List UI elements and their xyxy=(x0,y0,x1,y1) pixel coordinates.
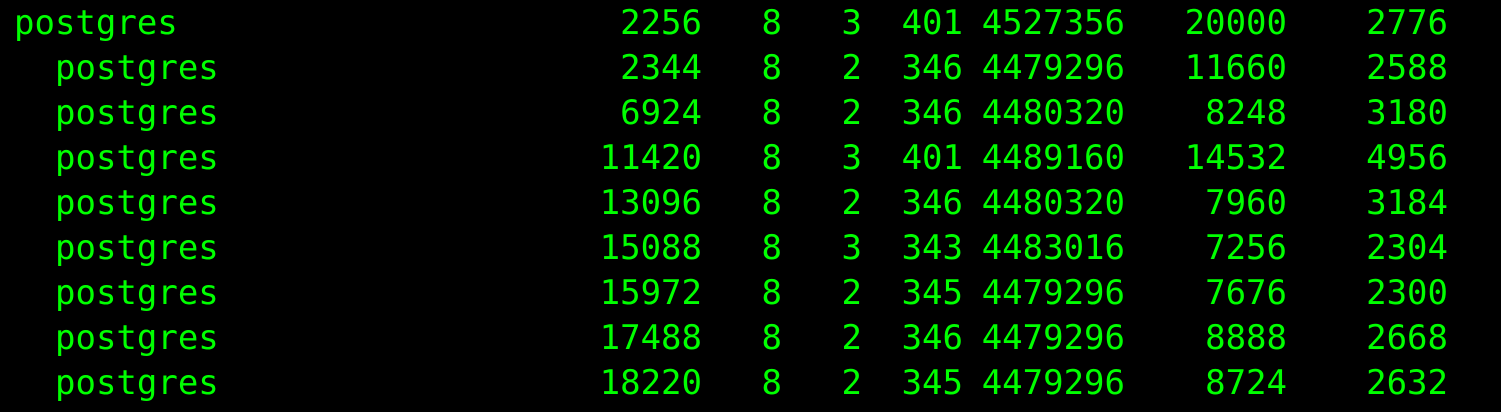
process-row: postgres 2256 8 3 401 4527356 20000 2776 xyxy=(0,1,1501,46)
column-7-value: 3184 xyxy=(1366,183,1448,223)
process-name: postgres xyxy=(55,318,219,358)
process-row: postgres 2344 8 2 346 4479296 11660 2588 xyxy=(0,46,1501,91)
column-6-value: 14532 xyxy=(1184,138,1287,178)
column-6-value: 8888 xyxy=(1205,318,1287,358)
process-name: postgres xyxy=(55,138,219,178)
column-3-value: 2 xyxy=(841,183,862,223)
process-row: postgres 15972 8 2 345 4479296 7676 2300 xyxy=(0,271,1501,316)
process-pid: 15972 xyxy=(599,273,702,313)
process-pid: 2256 xyxy=(620,3,702,43)
process-row: postgres 6924 8 2 346 4480320 8248 3180 xyxy=(0,91,1501,136)
column-4-value: 345 xyxy=(901,273,963,313)
process-pid: 2344 xyxy=(620,48,702,88)
column-4-value: 401 xyxy=(901,3,963,43)
column-4-value: 343 xyxy=(901,228,963,268)
column-2-value: 8 xyxy=(761,138,782,178)
column-4-value: 401 xyxy=(901,138,963,178)
column-5-value: 4479296 xyxy=(981,48,1125,88)
column-5-value: 4480320 xyxy=(981,183,1125,223)
column-7-value: 2300 xyxy=(1366,273,1448,313)
column-2-value: 8 xyxy=(761,228,782,268)
column-4-value: 345 xyxy=(901,363,963,403)
process-pid: 13096 xyxy=(599,183,702,223)
process-row: postgres 15088 8 3 343 4483016 7256 2304 xyxy=(0,226,1501,271)
column-4-value: 346 xyxy=(901,318,963,358)
column-3-value: 3 xyxy=(841,3,862,43)
column-3-value: 3 xyxy=(841,228,862,268)
column-7-value: 2668 xyxy=(1366,318,1448,358)
column-3-value: 2 xyxy=(841,273,862,313)
column-2-value: 8 xyxy=(761,93,782,133)
column-2-value: 8 xyxy=(761,48,782,88)
column-4-value: 346 xyxy=(901,183,963,223)
column-7-value: 2588 xyxy=(1366,48,1448,88)
process-name: postgres xyxy=(55,228,219,268)
column-3-value: 2 xyxy=(841,48,862,88)
process-name: postgres xyxy=(14,3,178,43)
column-7-value: 3180 xyxy=(1366,93,1448,133)
column-7-value: 2304 xyxy=(1366,228,1448,268)
process-name: postgres xyxy=(55,273,219,313)
column-5-value: 4479296 xyxy=(981,273,1125,313)
column-6-value: 11660 xyxy=(1184,48,1287,88)
column-2-value: 8 xyxy=(761,273,782,313)
column-5-value: 4479296 xyxy=(981,318,1125,358)
column-3-value: 2 xyxy=(841,93,862,133)
process-row: postgres 17488 8 2 346 4479296 8888 2668 xyxy=(0,316,1501,361)
column-4-value: 346 xyxy=(901,93,963,133)
process-row: postgres 11420 8 3 401 4489160 14532 495… xyxy=(0,136,1501,181)
column-7-value: 2632 xyxy=(1366,363,1448,403)
column-6-value: 8248 xyxy=(1205,93,1287,133)
column-6-value: 8724 xyxy=(1205,363,1287,403)
column-5-value: 4489160 xyxy=(981,138,1125,178)
column-2-value: 8 xyxy=(761,183,782,223)
column-3-value: 2 xyxy=(841,318,862,358)
process-row: postgres 18220 8 2 345 4479296 8724 2632 xyxy=(0,361,1501,406)
column-6-value: 7676 xyxy=(1205,273,1287,313)
column-5-value: 4479296 xyxy=(981,363,1125,403)
process-name: postgres xyxy=(55,183,219,223)
column-5-value: 4527356 xyxy=(981,3,1125,43)
column-7-value: 2776 xyxy=(1366,3,1448,43)
process-pid: 15088 xyxy=(599,228,702,268)
process-name: postgres xyxy=(55,363,219,403)
process-name: postgres xyxy=(55,48,219,88)
column-2-value: 8 xyxy=(761,318,782,358)
column-6-value: 20000 xyxy=(1184,3,1287,43)
process-pid: 18220 xyxy=(599,363,702,403)
process-name: postgres xyxy=(55,93,219,133)
process-pid: 11420 xyxy=(599,138,702,178)
terminal-output: postgres 2256 8 3 401 4527356 20000 2776… xyxy=(0,0,1501,412)
process-row: postgres 13096 8 2 346 4480320 7960 3184 xyxy=(0,181,1501,226)
column-5-value: 4480320 xyxy=(981,93,1125,133)
column-7-value: 4956 xyxy=(1366,138,1448,178)
column-3-value: 3 xyxy=(841,138,862,178)
column-4-value: 346 xyxy=(901,48,963,88)
column-2-value: 8 xyxy=(761,363,782,403)
column-6-value: 7256 xyxy=(1205,228,1287,268)
process-pid: 6924 xyxy=(620,93,702,133)
column-6-value: 7960 xyxy=(1205,183,1287,223)
column-3-value: 2 xyxy=(841,363,862,403)
column-2-value: 8 xyxy=(761,3,782,43)
column-5-value: 4483016 xyxy=(981,228,1125,268)
process-pid: 17488 xyxy=(599,318,702,358)
